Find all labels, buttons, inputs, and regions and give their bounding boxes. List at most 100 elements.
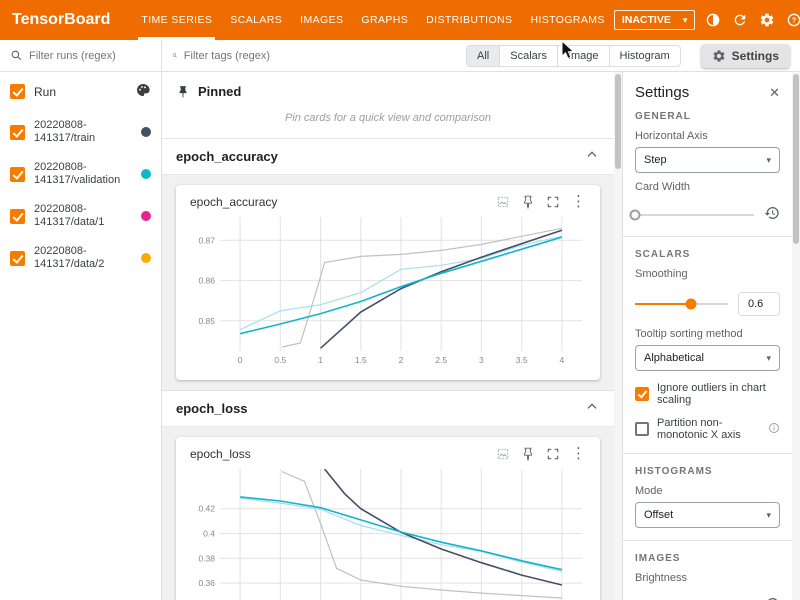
- tooltip-sorting-dropdown[interactable]: Alphabetical ▾: [635, 345, 780, 371]
- chevron-down-icon: ▾: [766, 510, 771, 521]
- filter-histogram-button[interactable]: Histogram: [610, 45, 681, 67]
- divider: [623, 236, 792, 237]
- gear-icon: [712, 49, 726, 63]
- horizontal-axis-dropdown[interactable]: Step ▾: [635, 147, 780, 173]
- run-checkbox[interactable]: [10, 167, 25, 182]
- runs-filter-input[interactable]: [29, 50, 151, 62]
- run-checkbox[interactable]: [10, 209, 25, 224]
- info-icon[interactable]: [768, 422, 780, 437]
- runs-header-label: Run: [34, 85, 56, 99]
- svg-text:?: ?: [792, 16, 797, 25]
- svg-text:4: 4: [560, 355, 565, 365]
- settings-panel: Settings ✕ GENERAL Horizontal Axis Step …: [622, 72, 792, 600]
- tab-distributions[interactable]: DISTRIBUTIONS: [417, 0, 521, 40]
- run-checkbox[interactable]: [10, 251, 25, 266]
- svg-text:2.5: 2.5: [435, 355, 447, 365]
- partition-x-axis-checkbox[interactable]: [635, 422, 649, 436]
- chevron-up-icon[interactable]: [584, 147, 600, 166]
- horizontal-axis-value: Step: [644, 154, 667, 166]
- run-row-train[interactable]: 20220808-141317/train: [0, 111, 161, 153]
- ignore-outliers-row[interactable]: Ignore outliers in chart scaling: [635, 382, 780, 406]
- run-name-line1: 20220808-: [34, 119, 87, 131]
- scalars-section-label: SCALARS: [635, 249, 780, 260]
- close-icon[interactable]: ✕: [769, 85, 780, 101]
- chevron-up-icon[interactable]: [584, 399, 600, 418]
- runs-filter: [0, 40, 161, 72]
- filter-all-button[interactable]: All: [466, 45, 500, 67]
- tab-images[interactable]: IMAGES: [291, 0, 352, 40]
- settings-button[interactable]: Settings: [701, 44, 790, 68]
- select-all-runs-checkbox[interactable]: [10, 84, 25, 99]
- svg-text:0.85: 0.85: [198, 316, 215, 326]
- horizontal-axis-label: Horizontal Axis: [635, 130, 780, 142]
- pin-outline-icon[interactable]: [521, 447, 535, 461]
- main-scrollbar-thumb[interactable]: [615, 74, 621, 169]
- divider: [623, 540, 792, 541]
- card-title: epoch_loss: [190, 447, 251, 461]
- run-row-validation[interactable]: 20220808-141317/validation: [0, 153, 161, 195]
- run-row-data-2[interactable]: 20220808-141317/data/2: [0, 237, 161, 279]
- settings-scrollbar[interactable]: [792, 72, 800, 600]
- reset-icon[interactable]: [764, 205, 780, 224]
- run-row-data-1[interactable]: 20220808-141317/data/1: [0, 195, 161, 237]
- settings-scrollbar-thumb[interactable]: [793, 74, 799, 244]
- epoch-accuracy-chart[interactable]: 00.511.522.533.540.850.860.87: [184, 211, 592, 369]
- tags-filter-input[interactable]: [184, 50, 460, 62]
- image-toggle-icon[interactable]: [496, 447, 510, 461]
- run-name-line2: 141317/train: [34, 132, 95, 144]
- tooltip-sorting-label: Tooltip sorting method: [635, 328, 780, 340]
- run-name-line2: 141317/validation: [34, 174, 120, 186]
- pin-icon: [176, 85, 190, 99]
- fullscreen-icon[interactable]: [546, 447, 560, 461]
- main-nav: TIME SERIES SCALARS IMAGES GRAPHS DISTRI…: [132, 0, 613, 40]
- chevron-down-icon: ▾: [766, 353, 771, 364]
- main-scrollbar[interactable]: [614, 72, 622, 600]
- tab-histograms[interactable]: HISTOGRAMS: [521, 0, 613, 40]
- palette-icon[interactable]: [135, 82, 151, 101]
- run-name-line1: 20220808-: [34, 203, 87, 215]
- app-logo: TensorBoard: [12, 11, 110, 29]
- help-icon[interactable]: ?: [785, 11, 800, 29]
- card-width-label: Card Width: [635, 181, 780, 193]
- pin-outline-icon[interactable]: [521, 195, 535, 209]
- settings-panel-title: Settings: [635, 84, 689, 101]
- tensorboard-app: TensorBoard TIME SERIES SCALARS IMAGES G…: [0, 0, 800, 600]
- smoothing-value-input[interactable]: 0.6: [738, 292, 780, 316]
- pinned-title: Pinned: [198, 84, 241, 99]
- epoch-loss-chart[interactable]: 00.511.522.533.540.360.380.40.42: [184, 463, 592, 600]
- card-width-slider[interactable]: [635, 214, 754, 216]
- smoothing-slider[interactable]: [635, 303, 728, 305]
- partition-x-axis-row[interactable]: Partition non-monotonic X axis: [635, 417, 780, 441]
- histogram-mode-dropdown[interactable]: Offset ▾: [635, 502, 780, 528]
- svg-text:0.4: 0.4: [203, 529, 215, 539]
- ignore-outliers-checkbox[interactable]: [635, 387, 649, 401]
- section-title: epoch_loss: [176, 401, 248, 416]
- images-section-label: IMAGES: [635, 553, 780, 564]
- tag-filter-toolbar: All Scalars Image Histogram Settings: [162, 40, 800, 72]
- runs-header-row[interactable]: Run: [0, 72, 161, 111]
- tab-scalars[interactable]: SCALARS: [221, 0, 291, 40]
- svg-text:0.38: 0.38: [198, 553, 215, 563]
- theme-contrast-icon[interactable]: [704, 11, 722, 29]
- run-checkbox[interactable]: [10, 125, 25, 140]
- section-header-epoch-accuracy[interactable]: epoch_accuracy: [162, 139, 614, 175]
- svg-text:0.5: 0.5: [274, 355, 286, 365]
- refresh-icon[interactable]: [731, 11, 749, 29]
- gear-icon[interactable]: [758, 11, 776, 29]
- image-toggle-icon[interactable]: [496, 195, 510, 209]
- kebab-menu-icon[interactable]: ⋮: [571, 447, 586, 461]
- tag-type-filter-group: All Scalars Image Histogram: [466, 45, 681, 67]
- kebab-menu-icon[interactable]: ⋮: [571, 195, 586, 209]
- run-color-dot: [141, 253, 151, 263]
- section-header-epoch-loss[interactable]: epoch_loss: [162, 391, 614, 427]
- tab-time-series[interactable]: TIME SERIES: [132, 0, 221, 40]
- ignore-outliers-label: Ignore outliers in chart scaling: [657, 382, 780, 406]
- tab-graphs[interactable]: GRAPHS: [352, 0, 417, 40]
- fullscreen-icon[interactable]: [546, 195, 560, 209]
- reload-status-dropdown[interactable]: INACTIVE ▾: [614, 10, 696, 30]
- filter-image-button[interactable]: Image: [558, 45, 610, 67]
- reset-icon[interactable]: [764, 596, 780, 600]
- svg-text:1.5: 1.5: [355, 355, 367, 365]
- card-title: epoch_accuracy: [190, 195, 277, 209]
- filter-scalars-button[interactable]: Scalars: [500, 45, 558, 67]
